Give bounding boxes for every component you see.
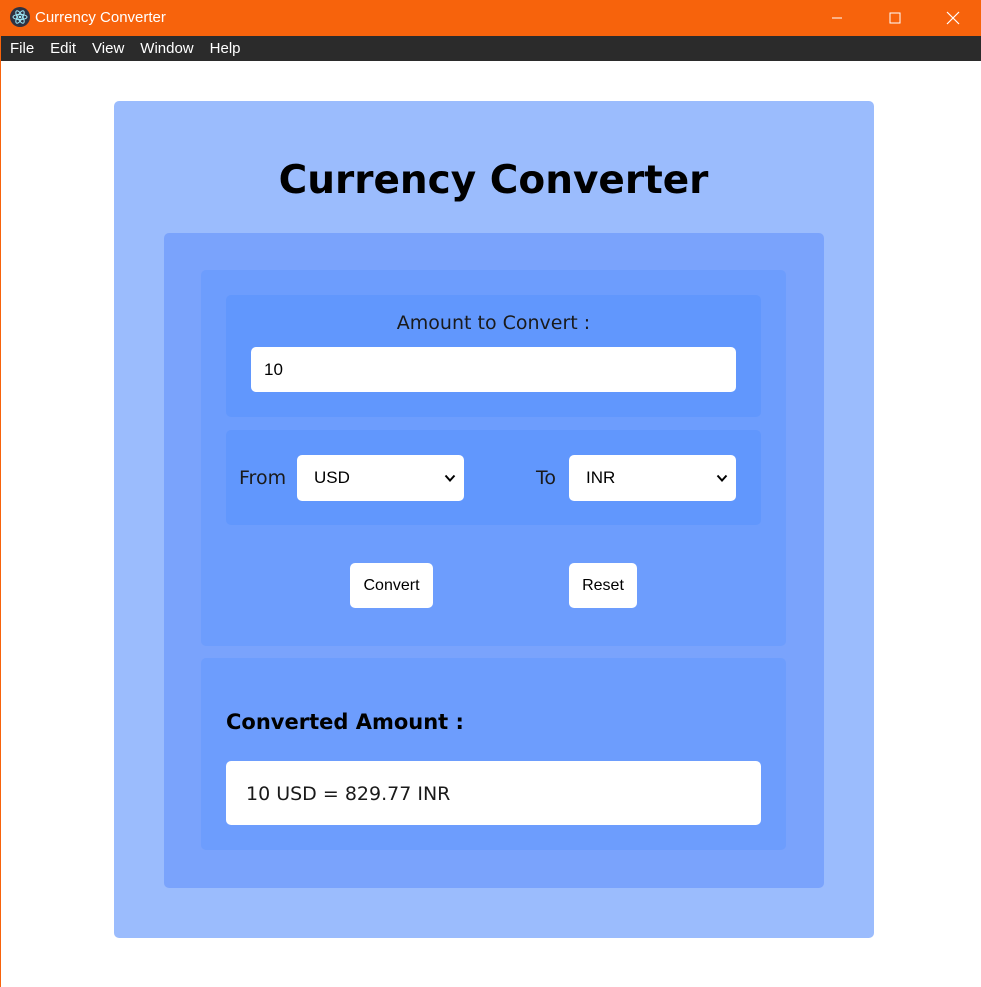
menu-view[interactable]: View — [84, 36, 132, 61]
from-currency-select[interactable]: USD — [297, 455, 464, 501]
result-text: 10 USD = 829.77 INR — [246, 783, 451, 805]
menu-help[interactable]: Help — [202, 36, 249, 61]
app-window: Currency Converter File Edit View Window… — [0, 0, 981, 987]
amount-input[interactable] — [251, 347, 736, 392]
chevron-down-icon — [716, 474, 728, 482]
to-label: To — [536, 467, 557, 489]
close-icon — [946, 11, 960, 25]
minimize-icon — [832, 17, 842, 19]
minimize-button[interactable] — [808, 0, 866, 36]
chevron-down-icon — [444, 474, 456, 482]
maximize-button[interactable] — [866, 0, 924, 36]
menu-edit[interactable]: Edit — [42, 36, 84, 61]
result-box: 10 USD = 829.77 INR — [226, 761, 761, 825]
to-currency-value: INR — [586, 468, 616, 487]
title-bar[interactable]: Currency Converter — [1, 0, 981, 36]
amount-label: Amount to Convert : — [396, 312, 591, 334]
from-label: From — [239, 467, 287, 489]
from-currency-value: USD — [314, 468, 350, 487]
electron-icon — [10, 7, 30, 27]
convert-button[interactable]: Convert — [350, 563, 433, 608]
result-heading: Converted Amount : — [226, 710, 464, 734]
to-currency-select[interactable]: INR — [569, 455, 736, 501]
menu-bar: File Edit View Window Help — [1, 36, 981, 61]
window-title: Currency Converter — [35, 9, 166, 26]
close-button[interactable] — [924, 0, 981, 36]
maximize-icon — [889, 12, 901, 24]
menu-file[interactable]: File — [1, 36, 42, 61]
reset-button[interactable]: Reset — [569, 563, 637, 608]
page-title: Currency Converter — [278, 158, 709, 203]
menu-window[interactable]: Window — [132, 36, 201, 61]
